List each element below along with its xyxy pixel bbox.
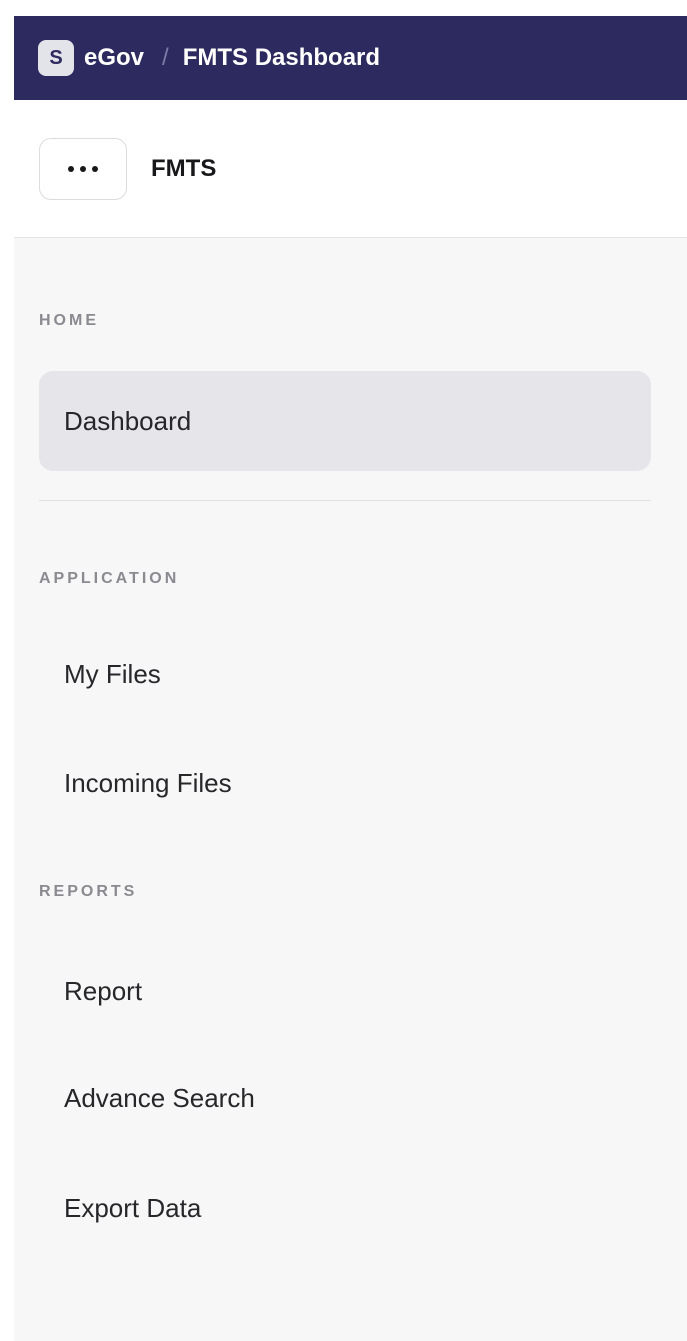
app-logo[interactable]: S — [38, 40, 74, 76]
section-label-home: HOME — [39, 312, 99, 329]
section-label-application: APPLICATION — [39, 570, 180, 587]
sidebar-item-label: Export Data — [64, 1192, 202, 1223]
sidebar-item-export-data[interactable]: Export Data — [39, 1158, 651, 1258]
breadcrumb-current-page: FMTS Dashboard — [182, 44, 381, 71]
top-app-bar: S eGov / FMTS Dashboard — [14, 16, 687, 100]
sidebar-item-incoming-files[interactable]: Incoming Files — [39, 733, 651, 833]
sidebar-item-label: Report — [64, 975, 143, 1006]
section-label-reports: REPORTS — [39, 883, 138, 900]
sidebar-item-label: Dashboard — [64, 405, 192, 436]
sidebar-nav: HOME Dashboard APPLICATION My Files Inco… — [14, 238, 687, 1341]
breadcrumb-separator: / — [162, 44, 169, 71]
sidebar-item-advance-search[interactable]: Advance Search — [39, 1048, 651, 1148]
module-title: FMTS — [151, 154, 217, 182]
more-horizontal-icon — [68, 165, 98, 172]
sidebar-item-dashboard[interactable]: Dashboard — [39, 371, 651, 471]
sidebar-item-label: Incoming Files — [64, 767, 232, 798]
more-options-button[interactable] — [39, 137, 127, 200]
sidebar-item-report[interactable]: Report — [39, 941, 651, 1041]
page: S eGov / FMTS Dashboard FMTS HOME Dashbo… — [0, 0, 687, 1341]
module-header: FMTS — [14, 100, 687, 238]
sidebar-item-label: My Files — [64, 658, 161, 689]
app-name-link[interactable]: eGov — [84, 44, 144, 72]
sidebar-item-label: Advance Search — [64, 1082, 255, 1113]
sidebar-item-my-files[interactable]: My Files — [39, 624, 651, 724]
section-divider — [39, 500, 651, 501]
